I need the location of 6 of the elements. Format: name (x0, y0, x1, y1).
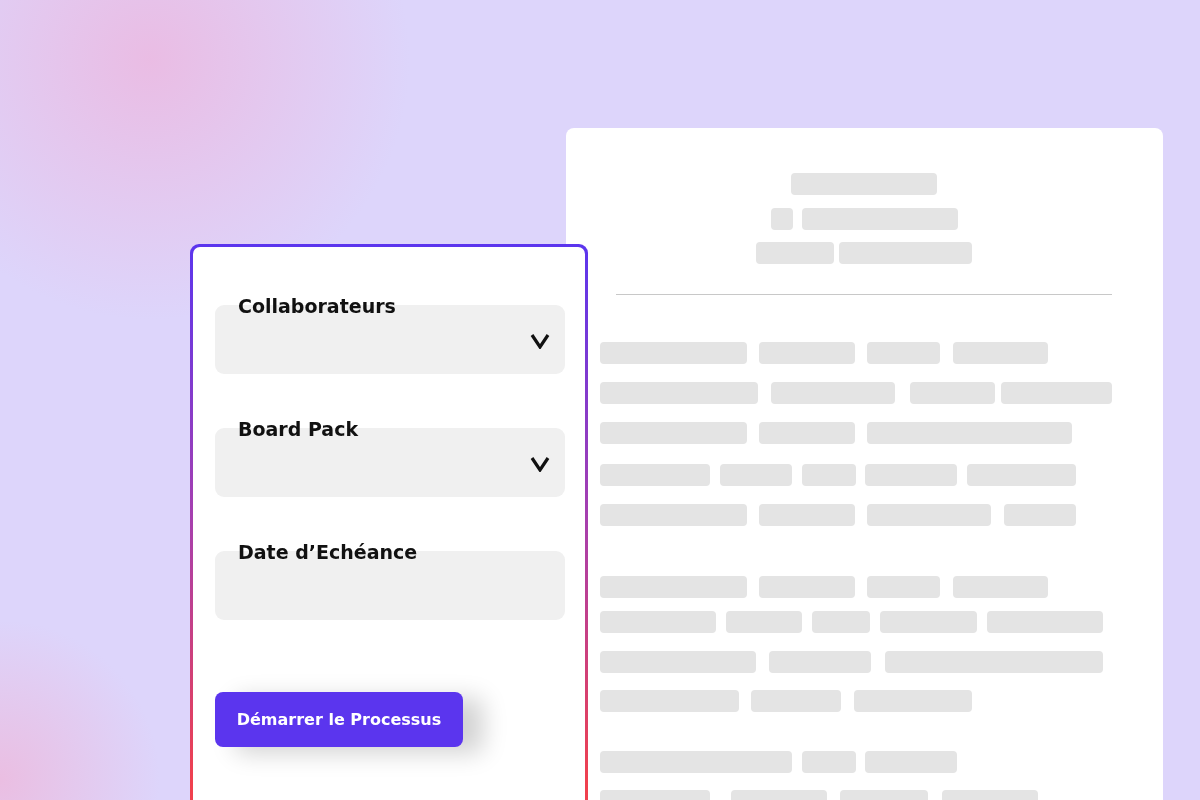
start-process-button[interactable]: Démarrer le Processus (215, 692, 463, 747)
field-label: Board Pack (238, 418, 359, 440)
field-label: Collaborateurs (238, 295, 396, 317)
chevron-down-icon (530, 455, 550, 472)
chevron-down-icon (530, 332, 550, 349)
field-label: Date d’Echéance (238, 541, 418, 563)
